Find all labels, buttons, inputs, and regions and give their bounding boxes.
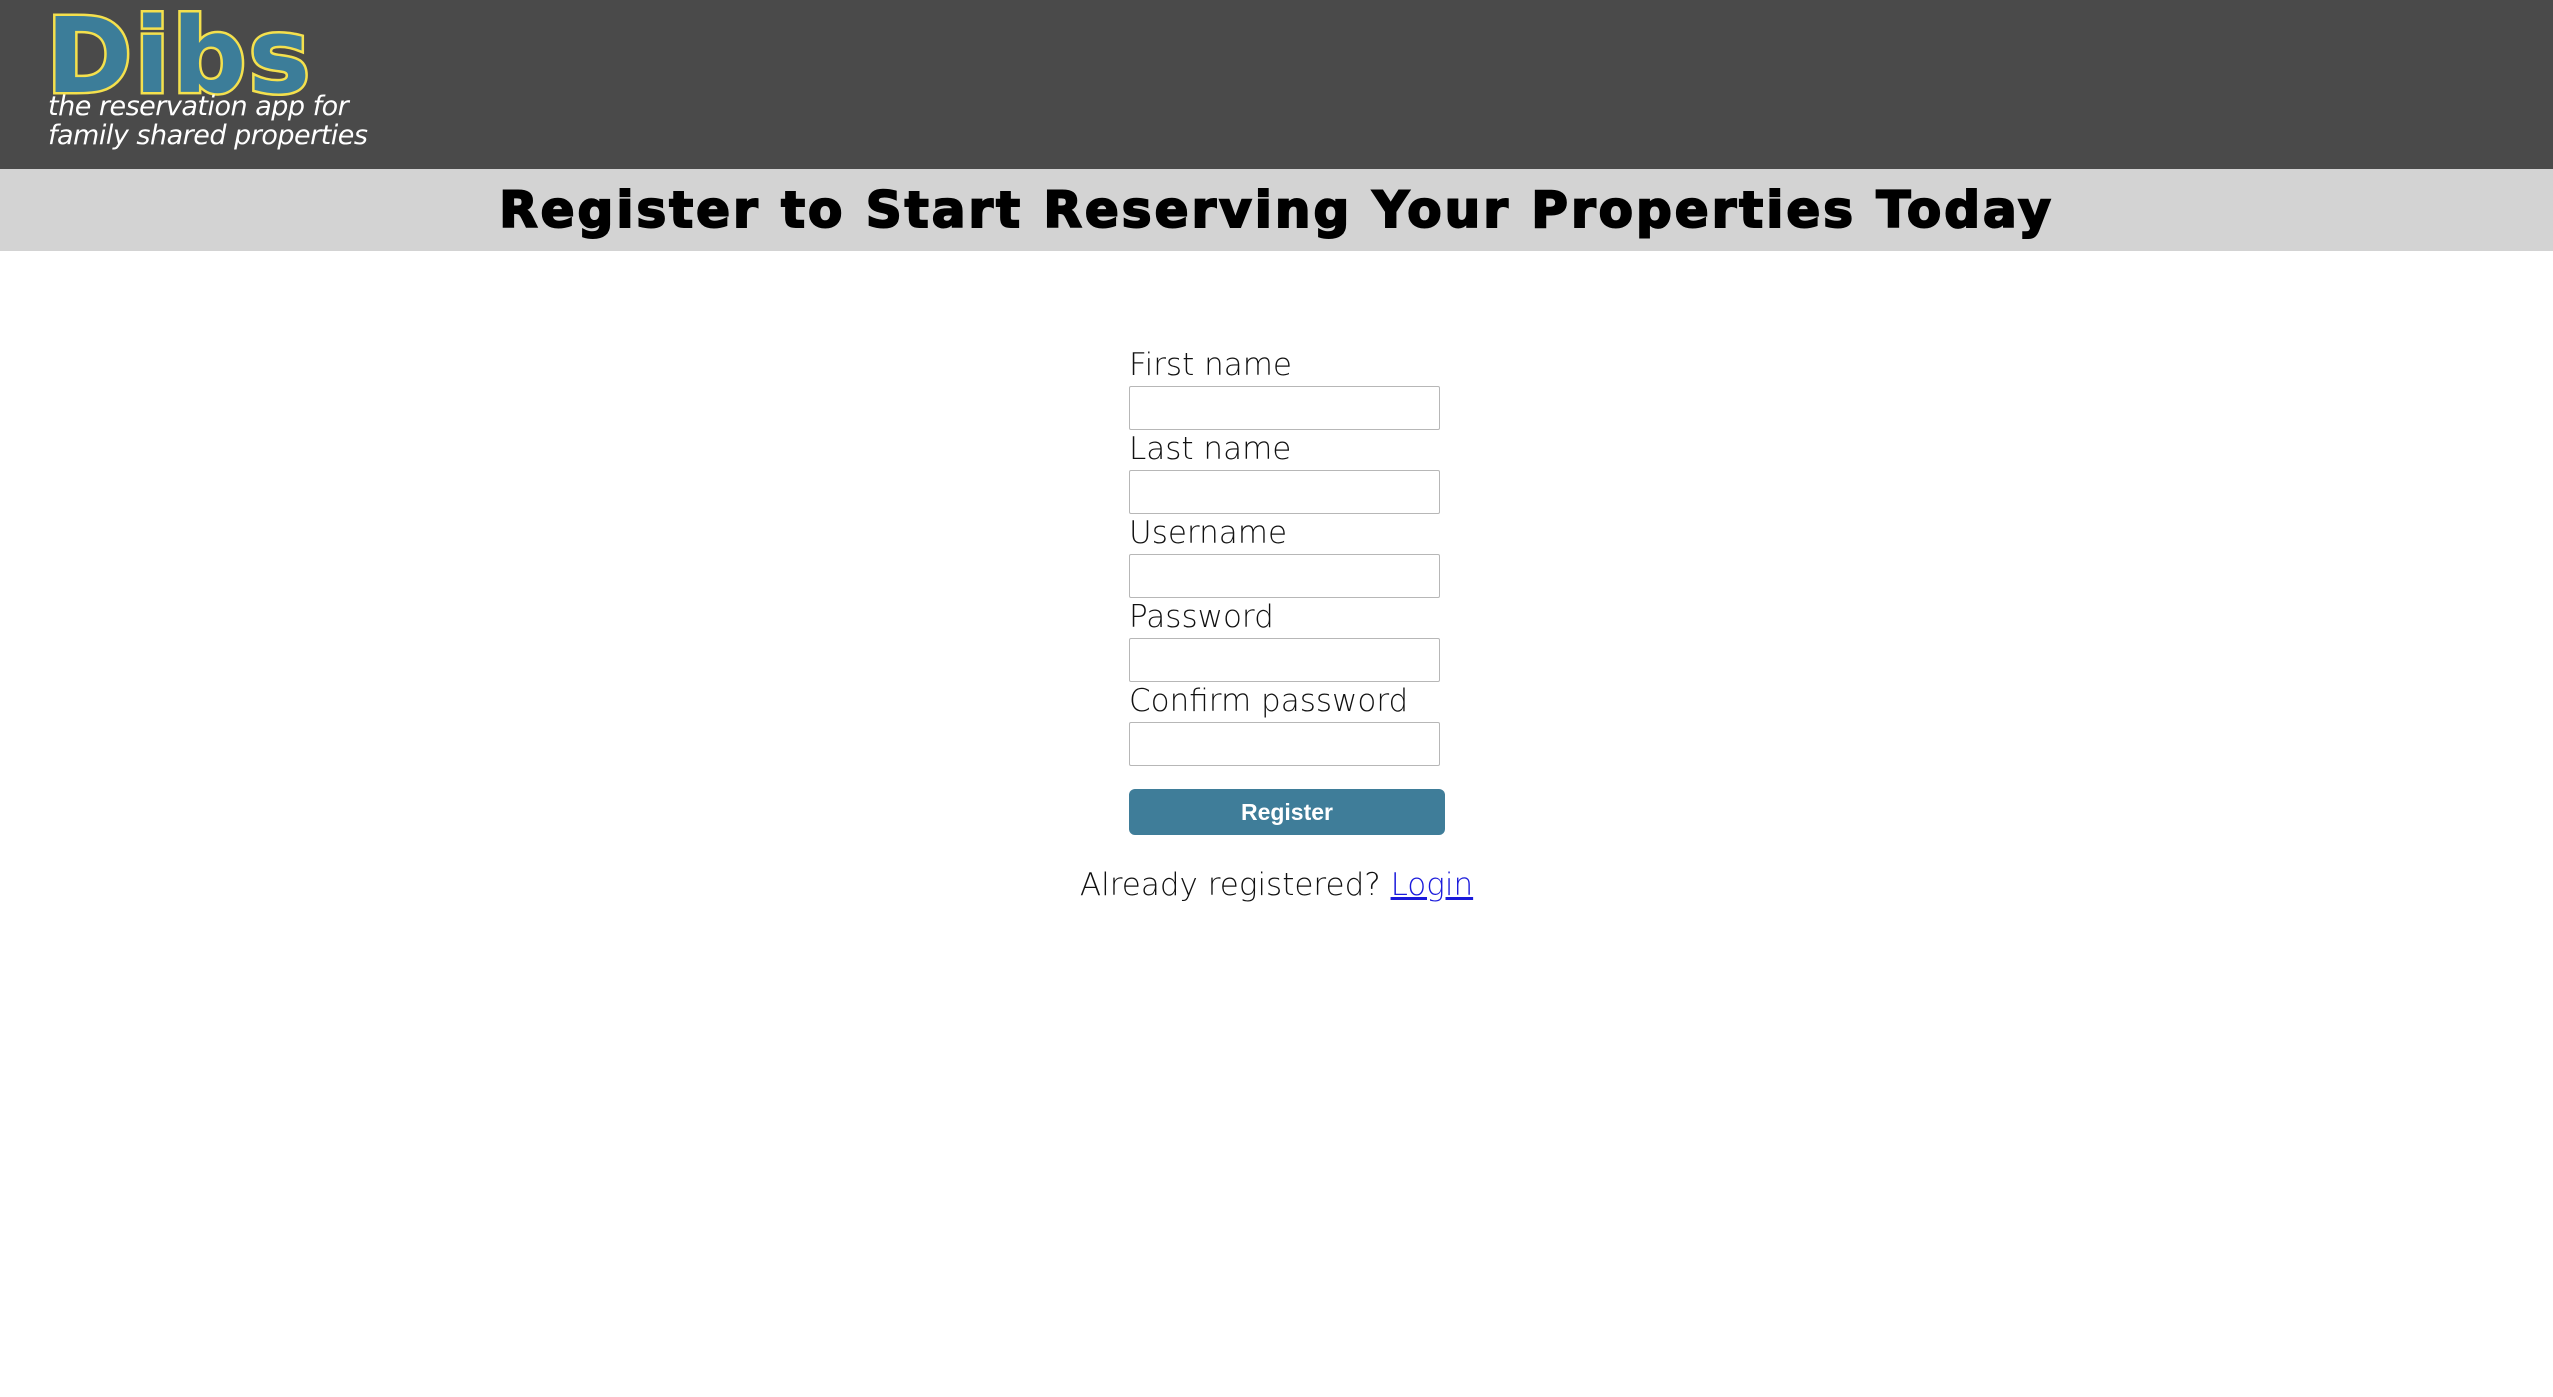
login-prompt: Already registered? Login	[0, 864, 2553, 906]
password-group: Password	[1129, 596, 1449, 682]
username-input[interactable]	[1129, 554, 1440, 598]
register-button[interactable]: Register	[1129, 789, 1445, 835]
password-input[interactable]	[1129, 638, 1440, 682]
last-name-group: Last name	[1129, 428, 1449, 514]
first-name-group: First name	[1129, 344, 1449, 430]
first-name-label: First name	[1129, 347, 1293, 383]
last-name-input[interactable]	[1129, 470, 1440, 514]
page-title: Register to Start Reserving Your Propert…	[498, 180, 2054, 240]
first-name-input[interactable]	[1129, 386, 1440, 430]
confirm-password-label: Confirm password	[1129, 683, 1409, 719]
username-label: Username	[1129, 515, 1288, 551]
login-link[interactable]: Login	[1391, 867, 1474, 903]
password-label: Password	[1129, 599, 1274, 635]
login-prompt-text: Already registered?	[1079, 867, 1381, 903]
top-navbar: Dibs the reservation app for family shar…	[0, 0, 2553, 169]
tagline-line-1: the reservation app for	[48, 91, 349, 122]
tagline-line-2: family shared properties	[48, 120, 368, 151]
username-group: Username	[1129, 512, 1449, 598]
logo-tagline: the reservation app for family shared pr…	[48, 92, 368, 150]
confirm-password-group: Confirm password	[1129, 680, 1449, 766]
confirm-password-input[interactable]	[1129, 722, 1440, 766]
page-banner: Register to Start Reserving Your Propert…	[0, 169, 2553, 251]
app-logo[interactable]: Dibs the reservation app for family shar…	[43, 2, 368, 164]
registration-form: First name Last name Username Password C…	[1129, 344, 1449, 835]
last-name-label: Last name	[1129, 431, 1292, 467]
